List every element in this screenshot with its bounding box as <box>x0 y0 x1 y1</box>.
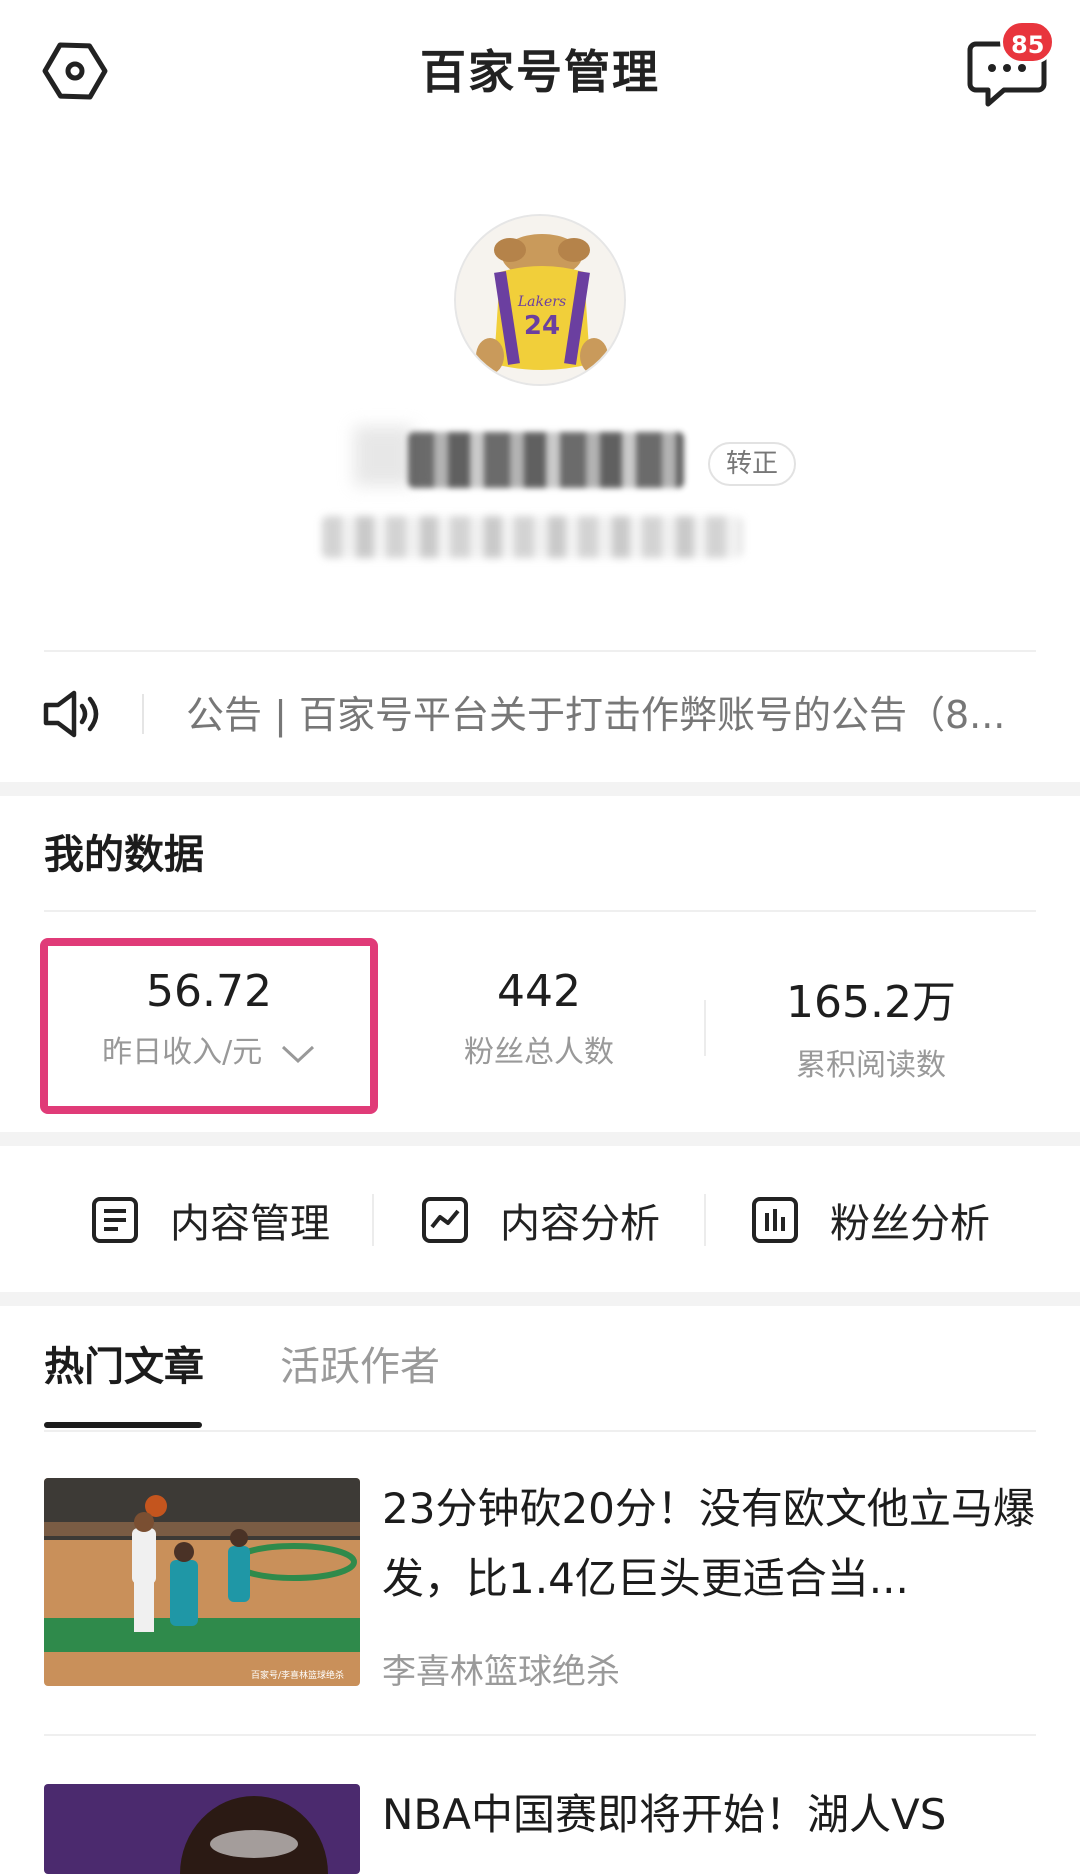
highlight-frame <box>40 938 378 1114</box>
divider <box>44 1430 1036 1432</box>
stat-label: 累积阅读数 <box>796 1048 946 1083</box>
section-gap <box>0 1292 1080 1306</box>
action-separator <box>372 1194 374 1246</box>
action-label: 内容分析 <box>500 1201 660 1247</box>
divider <box>44 1734 1036 1736</box>
fan-analysis-button[interactable]: 粉丝分析 <box>750 1180 990 1260</box>
stat-value: 165.2万 <box>786 977 956 1028</box>
my-data-title: 我的数据 <box>44 832 204 878</box>
article-title[interactable]: 23分钟砍20分！没有欧文他立马爆发，比1.4亿巨头更适合当... <box>382 1474 1042 1614</box>
action-separator <box>704 1194 706 1246</box>
speaker-icon <box>42 688 104 740</box>
svg-text:24: 24 <box>524 311 560 341</box>
stat-value: 442 <box>497 966 581 1017</box>
stat-total-fans[interactable]: 442 粉丝总人数 <box>374 966 704 1071</box>
article-source[interactable]: 李喜林篮球绝杀 <box>382 1644 620 1693</box>
action-label: 粉丝分析 <box>830 1201 990 1247</box>
document-list-icon <box>92 1197 138 1243</box>
account-status-tag: 转正 <box>708 442 797 486</box>
content-analysis-button[interactable]: 内容分析 <box>420 1180 660 1260</box>
avatar[interactable]: Lakers 24 <box>454 214 626 386</box>
line-chart-icon <box>422 1197 468 1243</box>
svg-text:Lakers: Lakers <box>517 294 566 310</box>
page-title: 百家号管理 <box>420 45 660 99</box>
divider <box>44 650 1036 652</box>
name-blur-fade <box>354 426 414 486</box>
active-tab-indicator <box>44 1422 202 1428</box>
stat-total-reads[interactable]: 165.2万 累积阅读数 <box>706 966 1036 1084</box>
thumbnail-caption: 百家号/李喜林篮球绝杀 <box>251 1669 344 1681</box>
section-gap <box>0 1132 1080 1146</box>
content-management-button[interactable]: 内容管理 <box>90 1180 330 1260</box>
divider <box>44 910 1036 912</box>
tab-hot-articles[interactable]: 热门文章 <box>44 1334 204 1392</box>
article-title[interactable]: NBA中国赛即将开始！湖人VS <box>382 1780 1042 1850</box>
player-portrait-image <box>44 1784 360 1874</box>
avatar-dog-jersey-image: Lakers 24 <box>456 216 624 384</box>
username-blurred <box>408 432 684 488</box>
unread-count-badge: 85 <box>1000 20 1056 64</box>
basketball-photo-image: 百家号/李喜林篮球绝杀 <box>44 1478 360 1686</box>
tab-active-authors[interactable]: 活跃作者 <box>280 1334 440 1392</box>
notice-separator <box>142 694 144 734</box>
announcement-link[interactable]: 公告 | 百家号平台关于打击作弊账号的公告（8... <box>186 684 1026 739</box>
account-info-blurred <box>322 516 742 558</box>
bar-chart-icon <box>752 1197 798 1243</box>
article-thumbnail[interactable] <box>44 1784 360 1874</box>
section-gap <box>0 782 1080 796</box>
article-thumbnail[interactable]: 百家号/李喜林篮球绝杀 <box>44 1478 360 1686</box>
action-label: 内容管理 <box>170 1201 330 1247</box>
stat-label: 粉丝总人数 <box>464 1035 614 1070</box>
